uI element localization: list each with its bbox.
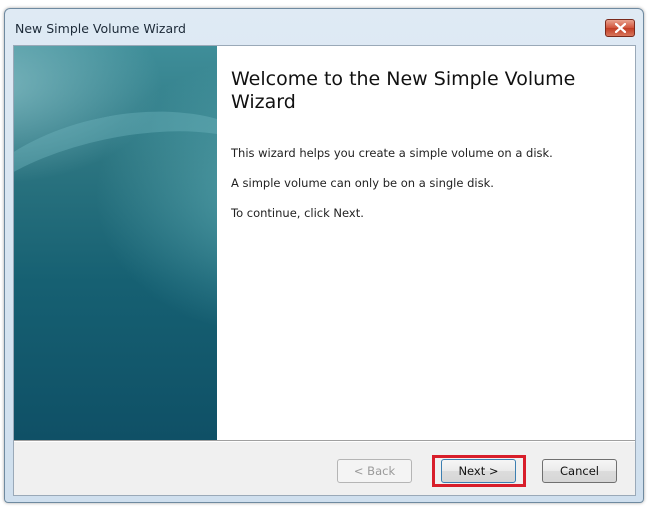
description-text: This wizard helps you create a simple vo… bbox=[231, 146, 553, 160]
next-button[interactable]: Next > bbox=[441, 459, 516, 483]
title-bar[interactable]: New Simple Volume Wizard bbox=[5, 9, 643, 47]
wizard-content: Welcome to the New Simple Volume Wizard … bbox=[217, 46, 635, 440]
window-title: New Simple Volume Wizard bbox=[15, 21, 186, 36]
banner-swoosh bbox=[14, 83, 217, 331]
footer-divider bbox=[14, 440, 635, 442]
close-button[interactable] bbox=[605, 19, 635, 37]
cancel-button[interactable]: Cancel bbox=[542, 459, 617, 483]
continue-instruction-text: To continue, click Next. bbox=[231, 206, 364, 220]
welcome-heading: Welcome to the New Simple Volume Wizard bbox=[231, 68, 576, 113]
wizard-banner-image bbox=[14, 46, 217, 440]
wizard-window: New Simple Volume Wizard Welcome to the … bbox=[4, 8, 644, 503]
volume-info-text: A simple volume can only be on a single … bbox=[231, 176, 494, 190]
wizard-body: Welcome to the New Simple Volume Wizard … bbox=[13, 45, 636, 496]
close-icon bbox=[615, 23, 626, 33]
back-button[interactable]: < Back bbox=[337, 459, 412, 483]
